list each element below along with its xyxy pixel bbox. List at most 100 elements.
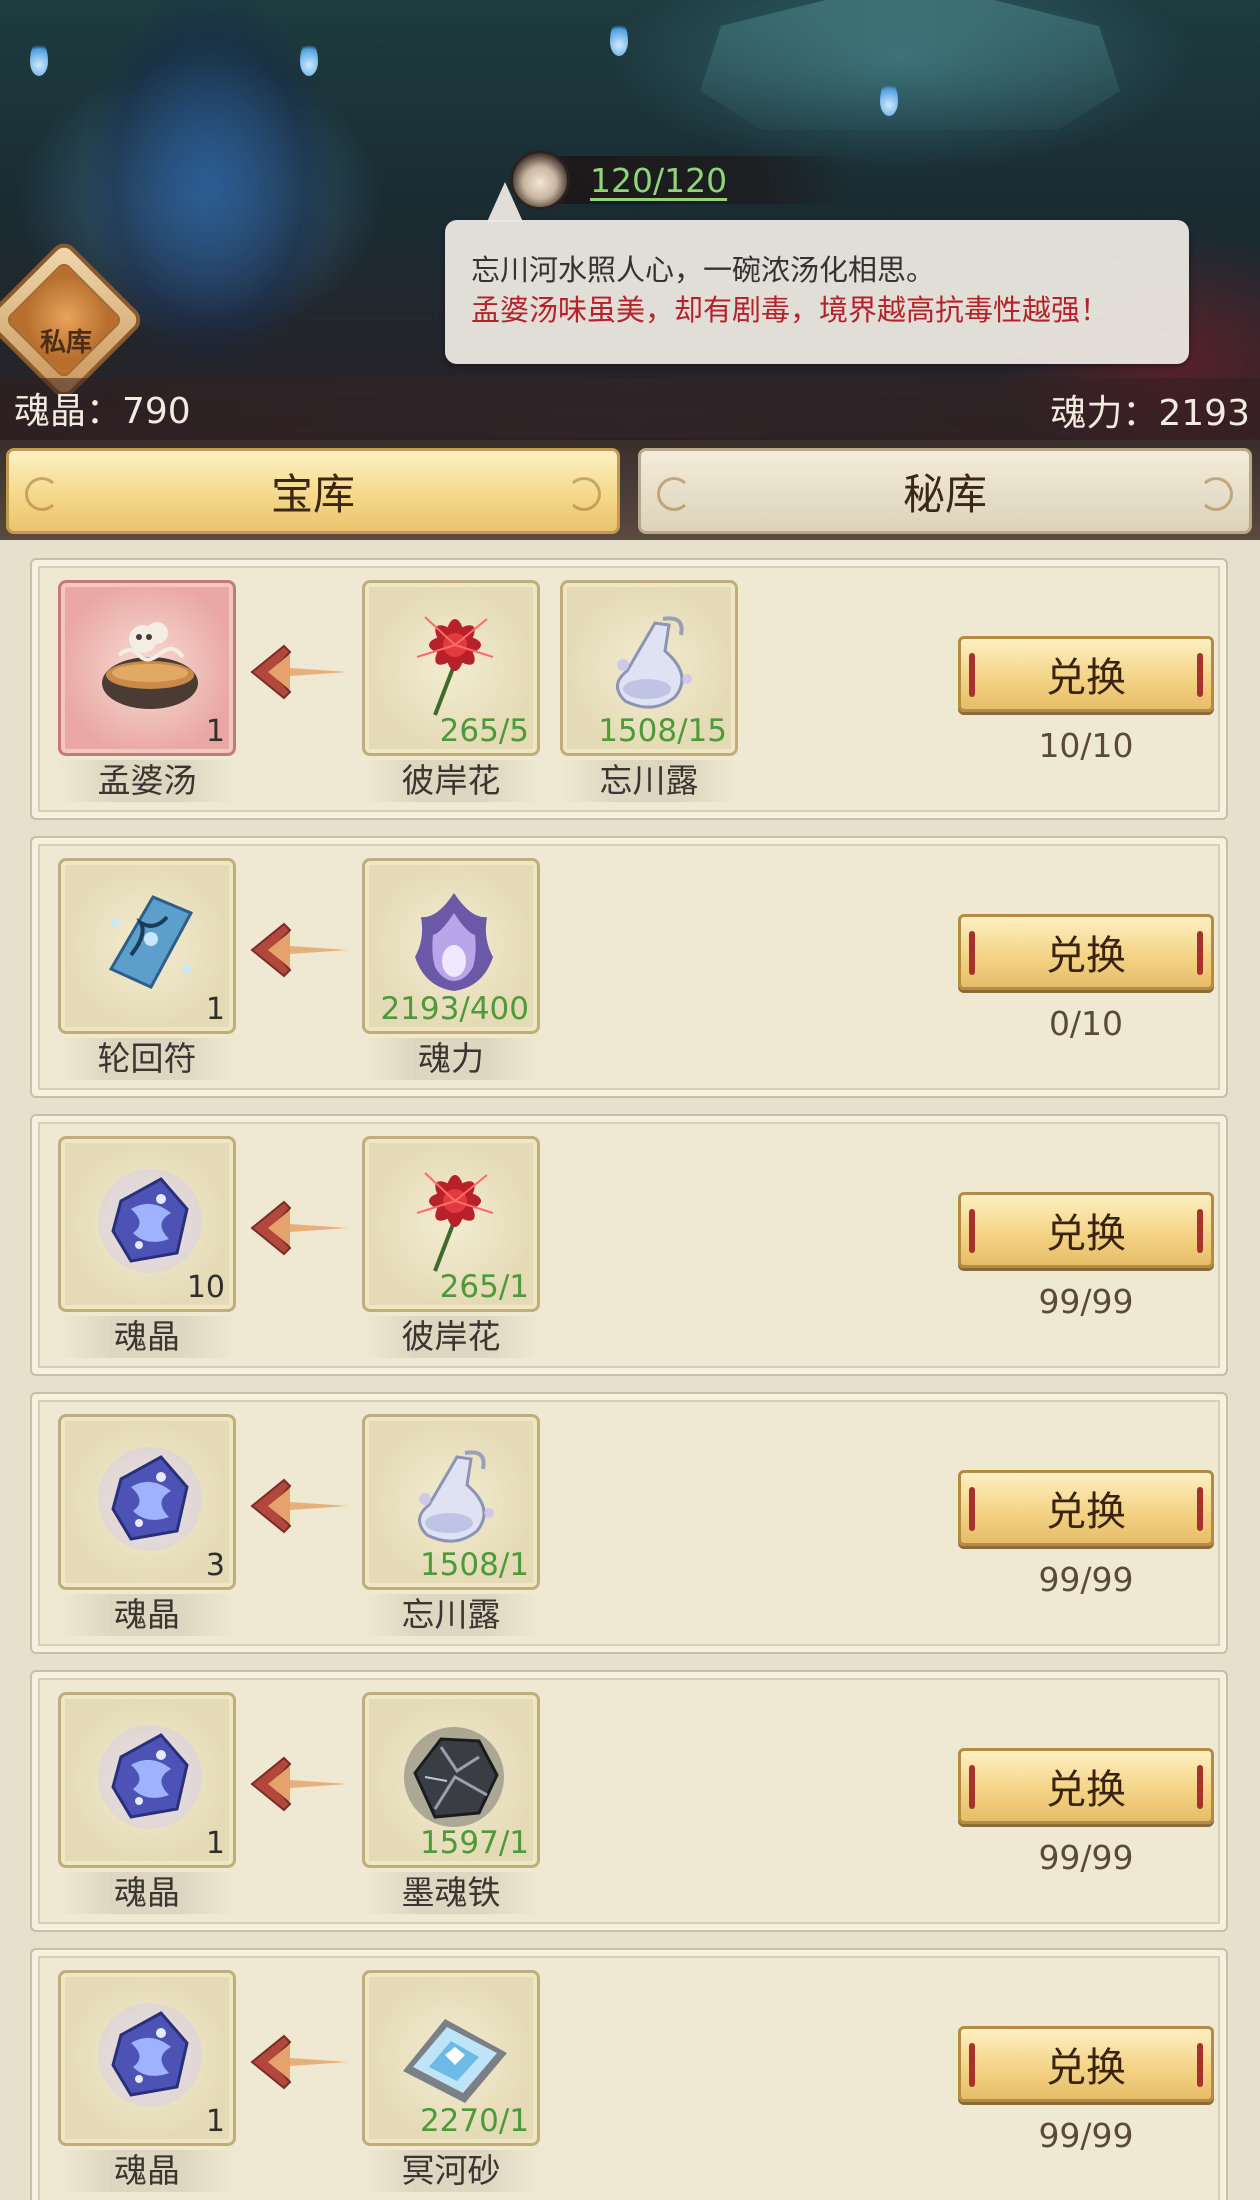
exchange-row: 3 魂晶 1508/1 忘川露 兑换 99/99 — [30, 1392, 1228, 1654]
reward-count: 1 — [205, 1826, 225, 1861]
cost-item-slot[interactable]: 1508/15 — [560, 580, 738, 756]
dew-flask-icon — [616, 616, 692, 709]
exchange-list[interactable]: 1 孟婆汤 265/5 彼岸花 1508/15 忘川露 兑换 10/10 1 轮回符 2193/… — [0, 540, 1260, 2200]
cost-item-name: 彼岸花 — [362, 1316, 540, 1358]
exchange-arrow-icon — [250, 2032, 350, 2092]
reward-item-slot[interactable]: 3 — [58, 1414, 236, 1590]
cost-item-name: 忘川露 — [362, 1594, 540, 1636]
exchange-arrow-icon — [250, 642, 350, 702]
cloud-ornament-icon — [567, 477, 601, 511]
reward-item-name: 孟婆汤 — [58, 760, 236, 802]
exchange-row: 1 魂晶 1597/1 墨魂铁 兑换 99/99 — [30, 1670, 1228, 1932]
exchange-limit: 99/99 — [1038, 1560, 1134, 1599]
ghost-flame-icon — [30, 40, 48, 76]
cost-requirement: 1508/1 — [419, 1547, 529, 1583]
cost-item-slot[interactable]: 265/1 — [362, 1136, 540, 1312]
exchange-arrow-icon — [250, 1476, 350, 1536]
cloud-ornament-icon — [1199, 477, 1233, 511]
ink-iron-ore-icon — [404, 1727, 504, 1827]
tab-treasury[interactable]: 宝库 — [6, 448, 620, 534]
soul-crystal-icon — [98, 1725, 202, 1829]
exchange-button[interactable]: 兑换 — [958, 636, 1214, 712]
tab-treasury-label: 宝库 — [270, 469, 355, 519]
exchange-arrow-icon — [250, 1754, 350, 1814]
cloud-ornament-icon — [657, 477, 691, 511]
soul-flame-icon — [415, 893, 493, 991]
cost-item-slot[interactable]: 1508/1 — [362, 1414, 540, 1590]
exchange-button[interactable]: 兑换 — [958, 1748, 1214, 1824]
tab-secret-vault[interactable]: 秘库 — [638, 448, 1252, 534]
exchange-arrow-icon — [250, 1198, 350, 1258]
cost-item-name: 忘川露 — [560, 760, 738, 802]
soul-power-balance: 魂力：2193 — [1050, 393, 1250, 434]
stamina-display[interactable]: 120/120 — [510, 150, 850, 210]
speech-line-1: 忘川河水照人心，一碗浓汤化相思。 — [471, 253, 936, 287]
ghost-flame-icon — [880, 80, 898, 116]
talisman-icon — [108, 895, 194, 989]
reward-item-slot[interactable]: 1 — [58, 580, 236, 756]
cloud-ornament-icon — [25, 477, 59, 511]
private-vault-label: 私库 — [39, 328, 92, 358]
exchange-row: 1 魂晶 2270/1 冥河砂 兑换 99/99 — [30, 1948, 1228, 2200]
exchange-row: 10 魂晶 265/1 彼岸花 兑换 99/99 — [30, 1114, 1228, 1376]
cost-item-name: 墨魂铁 — [362, 1872, 540, 1914]
exchange-limit: 0/10 — [1048, 1004, 1124, 1043]
red-spider-lily-icon — [416, 616, 494, 716]
reward-count: 1 — [205, 714, 225, 749]
exchange-button[interactable]: 兑换 — [958, 1192, 1214, 1268]
soul-crystal-icon — [98, 1447, 202, 1551]
cost-item-slot[interactable]: 265/5 — [362, 580, 540, 756]
dew-flask-icon — [418, 1450, 494, 1543]
ghost-flame-icon — [300, 40, 318, 76]
exchange-limit: 10/10 — [1038, 726, 1134, 765]
cost-item-slot[interactable]: 2270/1 — [362, 1970, 540, 2146]
cost-requirement: 1597/1 — [419, 1825, 529, 1861]
cost-item-slot[interactable]: 2193/400 — [362, 858, 540, 1034]
exchange-row: 1 轮回符 2193/400 魂力 兑换 0/10 — [30, 836, 1228, 1098]
stamina-bar: 120/120 — [550, 156, 850, 204]
cost-requirement: 265/1 — [439, 1269, 529, 1305]
cost-requirement: 1508/15 — [598, 713, 727, 749]
currency-bar: 魂晶：790 魂力：2193 — [0, 378, 1260, 438]
exchange-button[interactable]: 兑换 — [958, 914, 1214, 990]
exchange-limit: 99/99 — [1038, 2116, 1134, 2155]
tab-bar: 宝库 秘库 — [0, 440, 1260, 540]
soul-crystal-icon — [98, 2003, 202, 2107]
tab-secret-vault-label: 秘库 — [902, 469, 987, 519]
red-spider-lily-icon — [416, 1172, 494, 1272]
reward-item-name: 魂晶 — [58, 2150, 236, 2192]
soup-bowl-icon — [102, 622, 198, 709]
soup-bowl-icon — [510, 150, 570, 210]
cost-requirement: 265/5 — [439, 713, 529, 749]
cost-item-name: 彼岸花 — [362, 760, 540, 802]
soul-crystal-balance: 魂晶：790 — [14, 391, 191, 432]
reward-item-slot[interactable]: 1 — [58, 1970, 236, 2146]
exchange-row: 1 孟婆汤 265/5 彼岸花 1508/15 忘川露 兑换 10/10 — [30, 558, 1228, 820]
speech-line-2: 孟婆汤味虽美，却有剧毒，境界越高抗毒性越强！ — [471, 293, 1110, 327]
meng-po-speech-bubble: 忘川河水照人心，一碗浓汤化相思。 孟婆汤味虽美，却有剧毒，境界越高抗毒性越强！ — [445, 182, 1189, 364]
cost-item-name: 魂力 — [362, 1038, 540, 1080]
styx-sand-icon — [403, 2019, 507, 2103]
exchange-button[interactable]: 兑换 — [958, 2026, 1214, 2102]
reward-item-name: 魂晶 — [58, 1872, 236, 1914]
reward-item-name: 轮回符 — [58, 1038, 236, 1080]
reward-item-slot[interactable]: 1 — [58, 1692, 236, 1868]
reward-item-slot[interactable]: 10 — [58, 1136, 236, 1312]
reward-item-name: 魂晶 — [58, 1316, 236, 1358]
cost-requirement: 2270/1 — [419, 2103, 529, 2139]
ghost-flame-icon — [610, 20, 628, 56]
header-banner: 120/120 忘川河水照人心，一碗浓汤化相思。 孟婆汤味虽美，却有剧毒，境界越… — [0, 0, 1260, 448]
exchange-button[interactable]: 兑换 — [958, 1470, 1214, 1546]
exchange-arrow-icon — [250, 920, 350, 980]
reward-count: 10 — [186, 1270, 225, 1305]
reward-item-name: 魂晶 — [58, 1594, 236, 1636]
stamina-value[interactable]: 120/120 — [590, 161, 727, 200]
cost-requirement: 2193/400 — [380, 991, 529, 1027]
reward-count: 1 — [205, 2104, 225, 2139]
reward-count: 1 — [205, 992, 225, 1027]
cost-item-slot[interactable]: 1597/1 — [362, 1692, 540, 1868]
exchange-limit: 99/99 — [1038, 1838, 1134, 1877]
reward-item-slot[interactable]: 1 — [58, 858, 236, 1034]
soul-crystal-icon — [98, 1169, 202, 1273]
reward-count: 3 — [205, 1548, 225, 1583]
